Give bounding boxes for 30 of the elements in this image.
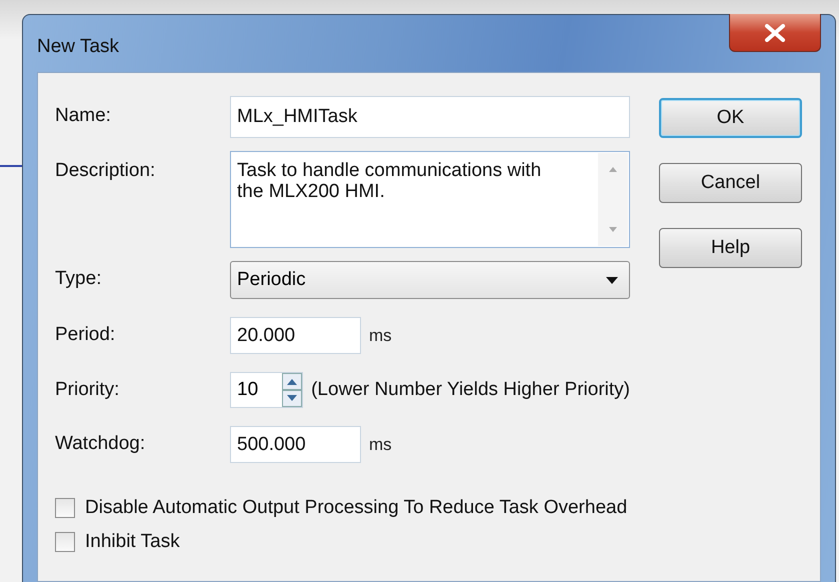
field-label: Period:: [55, 323, 116, 346]
window-title: New Task: [37, 36, 120, 58]
checkbox-label: Disable Automatic Output Processing To Reduce Task Overhead: [85, 497, 628, 519]
spinner-arrows-icon[interactable]: [282, 373, 302, 407]
number-field[interactable]: 20.000: [230, 317, 361, 354]
description-field[interactable]: Task to handle communications with the MLX200 HMI.: [230, 151, 630, 248]
field-label: Description:: [55, 159, 156, 182]
unit-label: ms: [369, 326, 392, 346]
close-button[interactable]: [729, 14, 821, 52]
hint-text: (Lower Number Yields Higher Priority): [311, 379, 630, 401]
dialog-button[interactable]: Help: [659, 228, 802, 268]
scroll-bar[interactable]: [598, 153, 628, 246]
dialog-button[interactable]: OK: [659, 98, 802, 138]
field-label: Watchdog:: [55, 432, 146, 455]
field-label: Priority:: [55, 378, 120, 401]
field-label: Type:: [55, 267, 102, 290]
scroll-down-icon[interactable]: [607, 226, 619, 234]
number-field[interactable]: 500.000: [230, 426, 361, 463]
field-label: Name:: [55, 104, 112, 127]
checkbox[interactable]: [55, 532, 75, 552]
scroll-up-icon[interactable]: [607, 165, 619, 173]
type-dropdown[interactable]: Periodic: [230, 261, 630, 299]
checkbox[interactable]: [55, 498, 75, 518]
dropdown-arrow-icon: [605, 276, 619, 284]
unit-label: ms: [369, 434, 392, 454]
dialog-button[interactable]: Cancel: [659, 163, 802, 203]
text-field[interactable]: MLx_HMITask: [230, 96, 630, 138]
spinner-field[interactable]: 10: [230, 372, 304, 408]
checkbox-label: Inhibit Task: [85, 531, 180, 553]
close-icon: [764, 24, 786, 42]
